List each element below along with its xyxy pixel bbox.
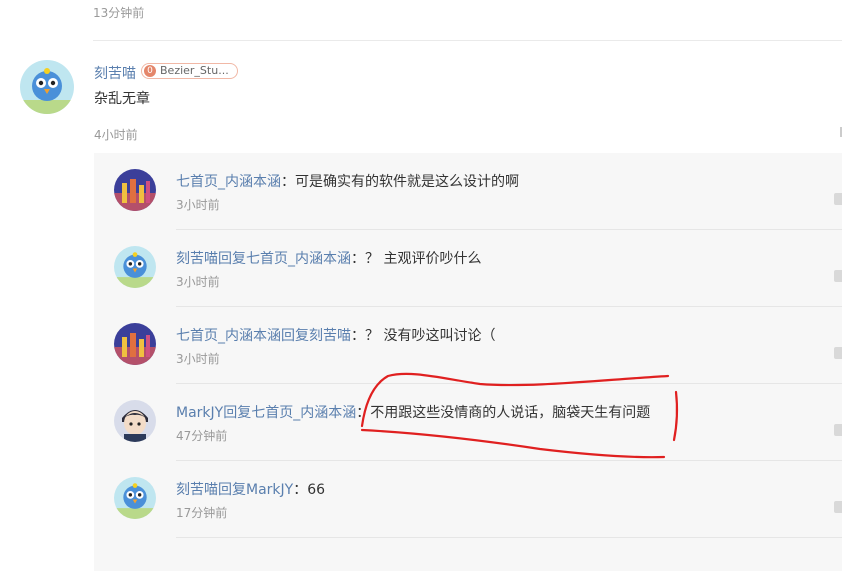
badge-level: 0 — [144, 65, 156, 77]
reply-target[interactable]: 刻苦喵 — [309, 328, 351, 344]
reply-colon: ： — [351, 328, 365, 344]
reply-time: 3小时前 — [176, 198, 220, 212]
avatar-bird[interactable] — [114, 246, 156, 288]
reply-list: 七首页_内涵本涵：可是确实有的软件就是这么设计的啊 3小时前 刻苦喵回复七首页_… — [94, 153, 842, 571]
avatar-bird[interactable] — [20, 60, 74, 114]
reply-time: 3小时前 — [176, 275, 220, 289]
avatar-person[interactable] — [114, 400, 156, 442]
reply-time: 3小时前 — [176, 352, 220, 366]
reply-text: 66 — [307, 482, 326, 498]
reply-target[interactable]: 七首页_内涵本涵 — [251, 405, 356, 421]
reply-colon: ： — [356, 405, 371, 421]
reply-target[interactable]: MarkJY — [246, 482, 293, 498]
reply-word: 回复 — [218, 482, 246, 498]
divider — [93, 40, 842, 41]
reply-word: 回复 — [281, 328, 309, 344]
avatar-city[interactable] — [114, 169, 156, 211]
reply-colon: ： — [351, 251, 365, 267]
reply-username[interactable]: 七首页_内涵本涵 — [176, 328, 281, 344]
reply-time: 17分钟前 — [176, 506, 228, 520]
reply-text: 不用跟这些没情商的人说话，脑袋天生有问题 — [370, 405, 651, 421]
user-badge[interactable]: 0 Bezier_Stu... — [141, 63, 238, 79]
reply-time: 47分钟前 — [176, 429, 228, 443]
avatar-bird[interactable] — [114, 477, 156, 519]
reply-username[interactable]: MarkJY — [176, 405, 223, 421]
reply-colon: ： — [293, 482, 308, 498]
divider — [176, 537, 842, 538]
comment-time: 4小时前 — [94, 128, 138, 142]
comment-text: 杂乱无章 — [94, 91, 150, 107]
like-icon[interactable] — [834, 501, 842, 513]
reply-username[interactable]: 刻苦喵 — [176, 251, 218, 267]
like-icon[interactable] — [834, 270, 842, 282]
reply-username[interactable]: 七首页_内涵本涵 — [176, 174, 281, 190]
reply-item: MarkJY回复七首页_内涵本涵：不用跟这些没情商的人说话，脑袋天生有问题 47… — [94, 384, 842, 461]
comment-username[interactable]: 刻苦喵 — [94, 63, 136, 83]
reply-text: 可是确实有的软件就是这么设计的啊 — [295, 174, 519, 190]
reply-word: 回复 — [223, 405, 252, 421]
previous-comment-time: 13分钟前 — [93, 6, 145, 20]
reply-item: 七首页_内涵本涵回复刻苦喵：？ 没有吵这叫讨论（ 3小时前 — [94, 307, 842, 384]
avatar-city[interactable] — [114, 323, 156, 365]
reply-item: 七首页_内涵本涵：可是确实有的软件就是这么设计的啊 3小时前 — [94, 153, 842, 230]
like-icon[interactable] — [834, 424, 842, 436]
like-icon[interactable] — [834, 193, 842, 205]
reply-username[interactable]: 刻苦喵 — [176, 482, 218, 498]
reply-text: ？ 主观评价吵什么 — [365, 251, 482, 267]
reply-text: ？ 没有吵这叫讨论（ — [365, 328, 496, 344]
reply-colon: ： — [281, 174, 295, 190]
reply-target[interactable]: 七首页_内涵本涵 — [246, 251, 351, 267]
badge-text: Bezier_Stu... — [160, 64, 229, 77]
reply-item: 刻苦喵回复七首页_内涵本涵：？ 主观评价吵什么 3小时前 — [94, 230, 842, 307]
like-icon[interactable] — [834, 347, 842, 359]
reply-word: 回复 — [218, 251, 246, 267]
reply-item: 刻苦喵回复MarkJY：66 17分钟前 — [94, 461, 842, 538]
